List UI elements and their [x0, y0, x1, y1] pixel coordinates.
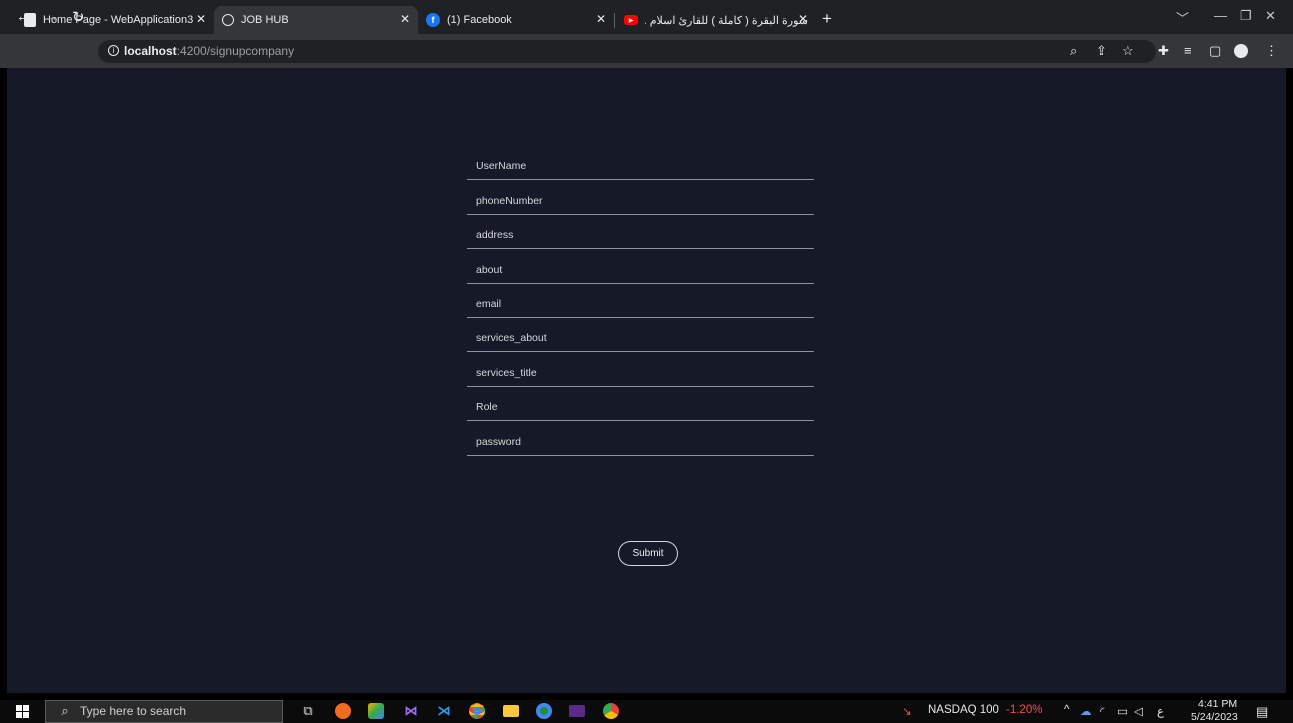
profile-avatar-icon[interactable]	[1234, 44, 1248, 58]
back-icon[interactable]: ←	[16, 8, 31, 25]
taskbar-time[interactable]: 4:41 PM	[1198, 698, 1237, 710]
show-hidden-icons-icon[interactable]: ^	[1064, 704, 1069, 716]
username-input[interactable]	[467, 156, 814, 177]
forward-icon[interactable]: →	[44, 8, 59, 25]
brave-browser-icon[interactable]	[332, 700, 354, 722]
close-tab-icon[interactable]: ✕	[596, 12, 606, 26]
taskbar-date[interactable]: 5/24/2023	[1191, 711, 1238, 723]
tab-title: Home Page - WebApplication3	[43, 14, 194, 26]
file-explorer-icon[interactable]	[500, 700, 522, 722]
snipping-tool-icon[interactable]	[365, 700, 387, 722]
zoom-icon[interactable]: ⌕	[1070, 43, 1077, 59]
submit-button[interactable]: Submit	[618, 541, 678, 566]
task-view-icon[interactable]: ⧉	[297, 700, 319, 722]
notification-center-icon[interactable]: ▤	[1256, 704, 1268, 720]
terminal-icon[interactable]	[566, 700, 588, 722]
company-signup-form	[467, 146, 814, 456]
services-title-field	[467, 352, 814, 387]
phone-number-field	[467, 180, 814, 215]
password-input[interactable]	[467, 431, 814, 452]
tab-job-hub[interactable]: JOB HUB ✕	[214, 6, 418, 34]
visual-studio-icon[interactable]: ⋈	[400, 700, 422, 722]
extensions-icon[interactable]: ✚	[1158, 43, 1169, 59]
url-text[interactable]: localhost:4200/signupcompany	[124, 44, 294, 58]
taskbar-search-placeholder: Type here to search	[80, 704, 187, 718]
tab-facebook[interactable]: f (1) Facebook ✕	[418, 6, 614, 34]
youtube-icon: ▶	[624, 15, 638, 25]
onedrive-icon[interactable]: ☁	[1080, 704, 1092, 718]
role-field	[467, 387, 814, 422]
chrome-icon[interactable]	[466, 700, 488, 722]
tab-separator	[614, 13, 615, 28]
address-input[interactable]	[467, 225, 814, 246]
url-host: localhost	[124, 44, 177, 58]
close-window-icon[interactable]: ✕	[1265, 8, 1276, 24]
about-field	[467, 249, 814, 284]
screen: Home Page - WebApplication3 ✕ JOB HUB ✕ …	[0, 0, 1293, 723]
volume-icon[interactable]: ◁	[1134, 704, 1143, 718]
stock-change[interactable]: -1.20%	[1006, 704, 1042, 716]
minimize-icon[interactable]: —	[1214, 8, 1227, 23]
bookmark-star-icon[interactable]: ☆	[1122, 43, 1134, 59]
email-field	[467, 284, 814, 318]
about-input[interactable]	[467, 259, 814, 280]
address-field	[467, 215, 814, 250]
url-path: :4200/signupcompany	[176, 44, 295, 58]
chrome-alt-icon[interactable]	[600, 700, 622, 722]
tab-title: JOB HUB	[241, 14, 289, 26]
email-input[interactable]	[467, 293, 814, 314]
facebook-icon: f	[426, 13, 440, 27]
role-input[interactable]	[467, 397, 814, 418]
services-about-input[interactable]	[467, 328, 814, 349]
wifi-icon[interactable]: ◜	[1100, 704, 1104, 718]
side-panel-icon[interactable]: ▢	[1209, 43, 1221, 59]
services-about-field	[467, 318, 814, 353]
password-field	[467, 421, 814, 456]
close-tab-icon[interactable]: ✕	[196, 12, 206, 26]
tab-title: سورة البقرة ( كاملة ) للقارئ اسلام ...	[645, 14, 808, 27]
windows-start-icon[interactable]	[11, 700, 33, 722]
menu-kebab-icon[interactable]: ⋮	[1265, 43, 1278, 59]
phone-number-input[interactable]	[467, 190, 814, 211]
globe-icon	[222, 14, 234, 26]
services-title-input[interactable]	[467, 362, 814, 383]
site-info-icon[interactable]: i	[108, 45, 119, 56]
new-tab-button[interactable]: +	[822, 9, 832, 29]
input-language-indicator[interactable]: ع	[1157, 704, 1164, 718]
restore-icon[interactable]: ❐	[1240, 8, 1252, 24]
close-tab-icon[interactable]: ✕	[400, 12, 410, 26]
search-icon: ⌕	[61, 703, 69, 718]
chrome-profile-icon[interactable]	[533, 700, 555, 722]
tab-search-icon[interactable]: ﹀	[1176, 8, 1189, 27]
tab-title: (1) Facebook	[447, 14, 512, 26]
tab-youtube[interactable]: ▶ سورة البقرة ( كاملة ) للقارئ اسلام ...…	[616, 6, 816, 34]
vscode-icon[interactable]: ⋊	[433, 700, 455, 722]
username-field	[467, 146, 814, 181]
share-icon[interactable]: ⇪	[1096, 43, 1107, 59]
stock-down-icon: ↘	[902, 706, 912, 718]
reload-icon[interactable]: ↻	[72, 8, 85, 26]
stock-name[interactable]: NASDAQ 100	[928, 704, 999, 716]
battery-icon[interactable]: ▭	[1117, 704, 1128, 718]
reading-list-icon[interactable]: ≡	[1184, 43, 1192, 58]
close-tab-icon[interactable]: ✕	[798, 12, 808, 26]
